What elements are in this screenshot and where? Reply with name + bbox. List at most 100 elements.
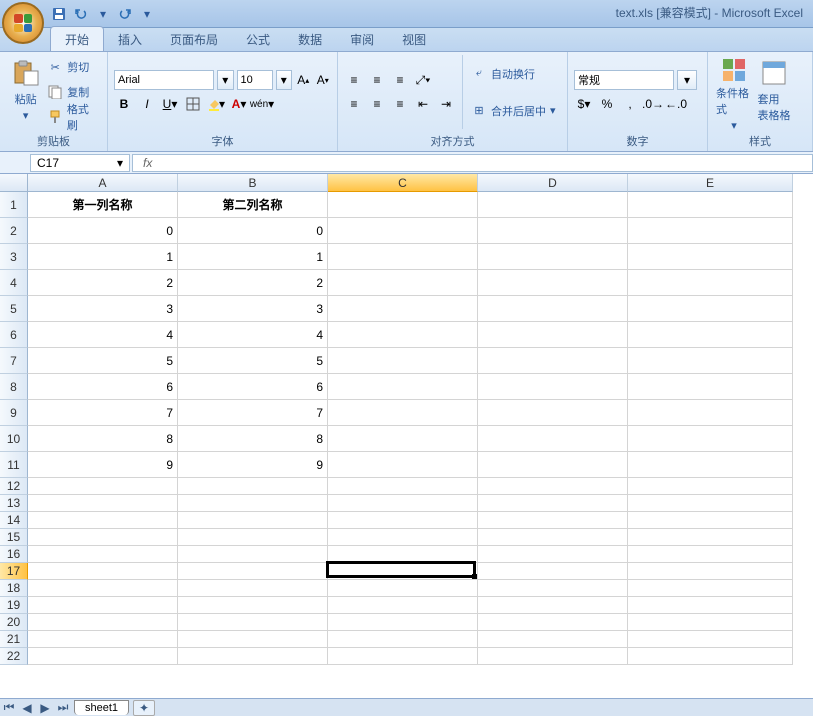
row-header-5[interactable]: 5 <box>0 296 28 322</box>
row-header-17[interactable]: 17 <box>0 563 28 580</box>
increase-indent-button[interactable]: ⇥ <box>436 94 456 114</box>
cell-D9[interactable] <box>478 400 628 426</box>
align-center-button[interactable]: ≡ <box>367 94 387 114</box>
align-right-button[interactable]: ≡ <box>390 94 410 114</box>
cell-D18[interactable] <box>478 580 628 597</box>
accounting-button[interactable]: $▾ <box>574 94 594 114</box>
row-header-7[interactable]: 7 <box>0 348 28 374</box>
percent-button[interactable]: % <box>597 94 617 114</box>
comma-button[interactable]: , <box>620 94 640 114</box>
cell-E11[interactable] <box>628 452 793 478</box>
row-header-18[interactable]: 18 <box>0 580 28 597</box>
row-header-4[interactable]: 4 <box>0 270 28 296</box>
cell-B16[interactable] <box>178 546 328 563</box>
name-box[interactable]: C17 ▾ <box>30 154 130 172</box>
fill-color-button[interactable]: ▾ <box>206 94 226 114</box>
row-header-16[interactable]: 16 <box>0 546 28 563</box>
last-sheet-button[interactable]: ⏭ <box>54 700 72 716</box>
row-header-9[interactable]: 9 <box>0 400 28 426</box>
chevron-down-icon[interactable]: ▾ <box>217 70 234 90</box>
cell-D2[interactable] <box>478 218 628 244</box>
cell-B8[interactable]: 6 <box>178 374 328 400</box>
increase-decimal-button[interactable]: .0→ <box>643 94 663 114</box>
cell-A10[interactable]: 8 <box>28 426 178 452</box>
grow-font-button[interactable]: A▴ <box>295 70 312 90</box>
cell-B12[interactable] <box>178 478 328 495</box>
cell-E10[interactable] <box>628 426 793 452</box>
cell-A7[interactable]: 5 <box>28 348 178 374</box>
cell-D6[interactable] <box>478 322 628 348</box>
cell-A19[interactable] <box>28 597 178 614</box>
conditional-format-button[interactable]: 条件格式▾ <box>714 55 754 129</box>
cell-D19[interactable] <box>478 597 628 614</box>
cell-E12[interactable] <box>628 478 793 495</box>
tab-插入[interactable]: 插入 <box>104 27 156 51</box>
border-button[interactable] <box>183 94 203 114</box>
align-bottom-button[interactable]: ≡ <box>390 70 410 90</box>
col-header-C[interactable]: C <box>328 174 478 192</box>
cell-E20[interactable] <box>628 614 793 631</box>
align-top-button[interactable]: ≡ <box>344 70 364 90</box>
row-header-14[interactable]: 14 <box>0 512 28 529</box>
cell-C14[interactable] <box>328 512 478 529</box>
row-header-8[interactable]: 8 <box>0 374 28 400</box>
row-header-3[interactable]: 3 <box>0 244 28 270</box>
cell-E17[interactable] <box>628 563 793 580</box>
cell-C22[interactable] <box>328 648 478 665</box>
sheet-tab[interactable]: sheet1 <box>74 700 129 715</box>
cell-B15[interactable] <box>178 529 328 546</box>
cell-A6[interactable]: 4 <box>28 322 178 348</box>
cell-D20[interactable] <box>478 614 628 631</box>
cell-D10[interactable] <box>478 426 628 452</box>
cell-E16[interactable] <box>628 546 793 563</box>
cell-C5[interactable] <box>328 296 478 322</box>
cell-C15[interactable] <box>328 529 478 546</box>
cell-E4[interactable] <box>628 270 793 296</box>
shrink-font-button[interactable]: A▾ <box>315 70 332 90</box>
cell-C17[interactable] <box>328 563 478 580</box>
cell-C11[interactable] <box>328 452 478 478</box>
formula-input[interactable] <box>158 156 808 170</box>
chevron-down-icon[interactable]: ▾ <box>117 156 123 170</box>
row-header-21[interactable]: 21 <box>0 631 28 648</box>
office-button[interactable] <box>2 2 44 44</box>
row-header-20[interactable]: 20 <box>0 614 28 631</box>
cell-D8[interactable] <box>478 374 628 400</box>
cell-C2[interactable] <box>328 218 478 244</box>
cell-A21[interactable] <box>28 631 178 648</box>
worksheet[interactable]: ABCDE 1234567891011121314151617181920212… <box>0 174 813 698</box>
cell-A8[interactable]: 6 <box>28 374 178 400</box>
row-header-12[interactable]: 12 <box>0 478 28 495</box>
font-name-select[interactable] <box>114 70 214 90</box>
cell-D5[interactable] <box>478 296 628 322</box>
cell-D15[interactable] <box>478 529 628 546</box>
cell-C3[interactable] <box>328 244 478 270</box>
cell-C20[interactable] <box>328 614 478 631</box>
cell-grid[interactable]: 第一列名称第二列名称00112233445566778899 <box>28 192 813 665</box>
format-painter-button[interactable]: 格式刷 <box>45 107 101 127</box>
cell-E7[interactable] <box>628 348 793 374</box>
cell-A16[interactable] <box>28 546 178 563</box>
cell-D16[interactable] <box>478 546 628 563</box>
row-header-22[interactable]: 22 <box>0 648 28 665</box>
decrease-indent-button[interactable]: ⇤ <box>413 94 433 114</box>
align-middle-button[interactable]: ≡ <box>367 70 387 90</box>
font-size-select[interactable] <box>237 70 273 90</box>
undo-icon[interactable] <box>72 5 90 23</box>
save-icon[interactable] <box>50 5 68 23</box>
chevron-down-icon[interactable]: ▾ <box>94 5 112 23</box>
cell-E6[interactable] <box>628 322 793 348</box>
select-all-corner[interactable] <box>0 174 28 192</box>
bold-button[interactable]: B <box>114 94 134 114</box>
cell-E2[interactable] <box>628 218 793 244</box>
cell-C8[interactable] <box>328 374 478 400</box>
cell-B10[interactable]: 8 <box>178 426 328 452</box>
row-header-2[interactable]: 2 <box>0 218 28 244</box>
next-sheet-button[interactable]: ▶ <box>36 700 54 716</box>
cell-B7[interactable]: 5 <box>178 348 328 374</box>
cell-E21[interactable] <box>628 631 793 648</box>
cell-D4[interactable] <box>478 270 628 296</box>
cell-B13[interactable] <box>178 495 328 512</box>
cell-C9[interactable] <box>328 400 478 426</box>
cell-D1[interactable] <box>478 192 628 218</box>
